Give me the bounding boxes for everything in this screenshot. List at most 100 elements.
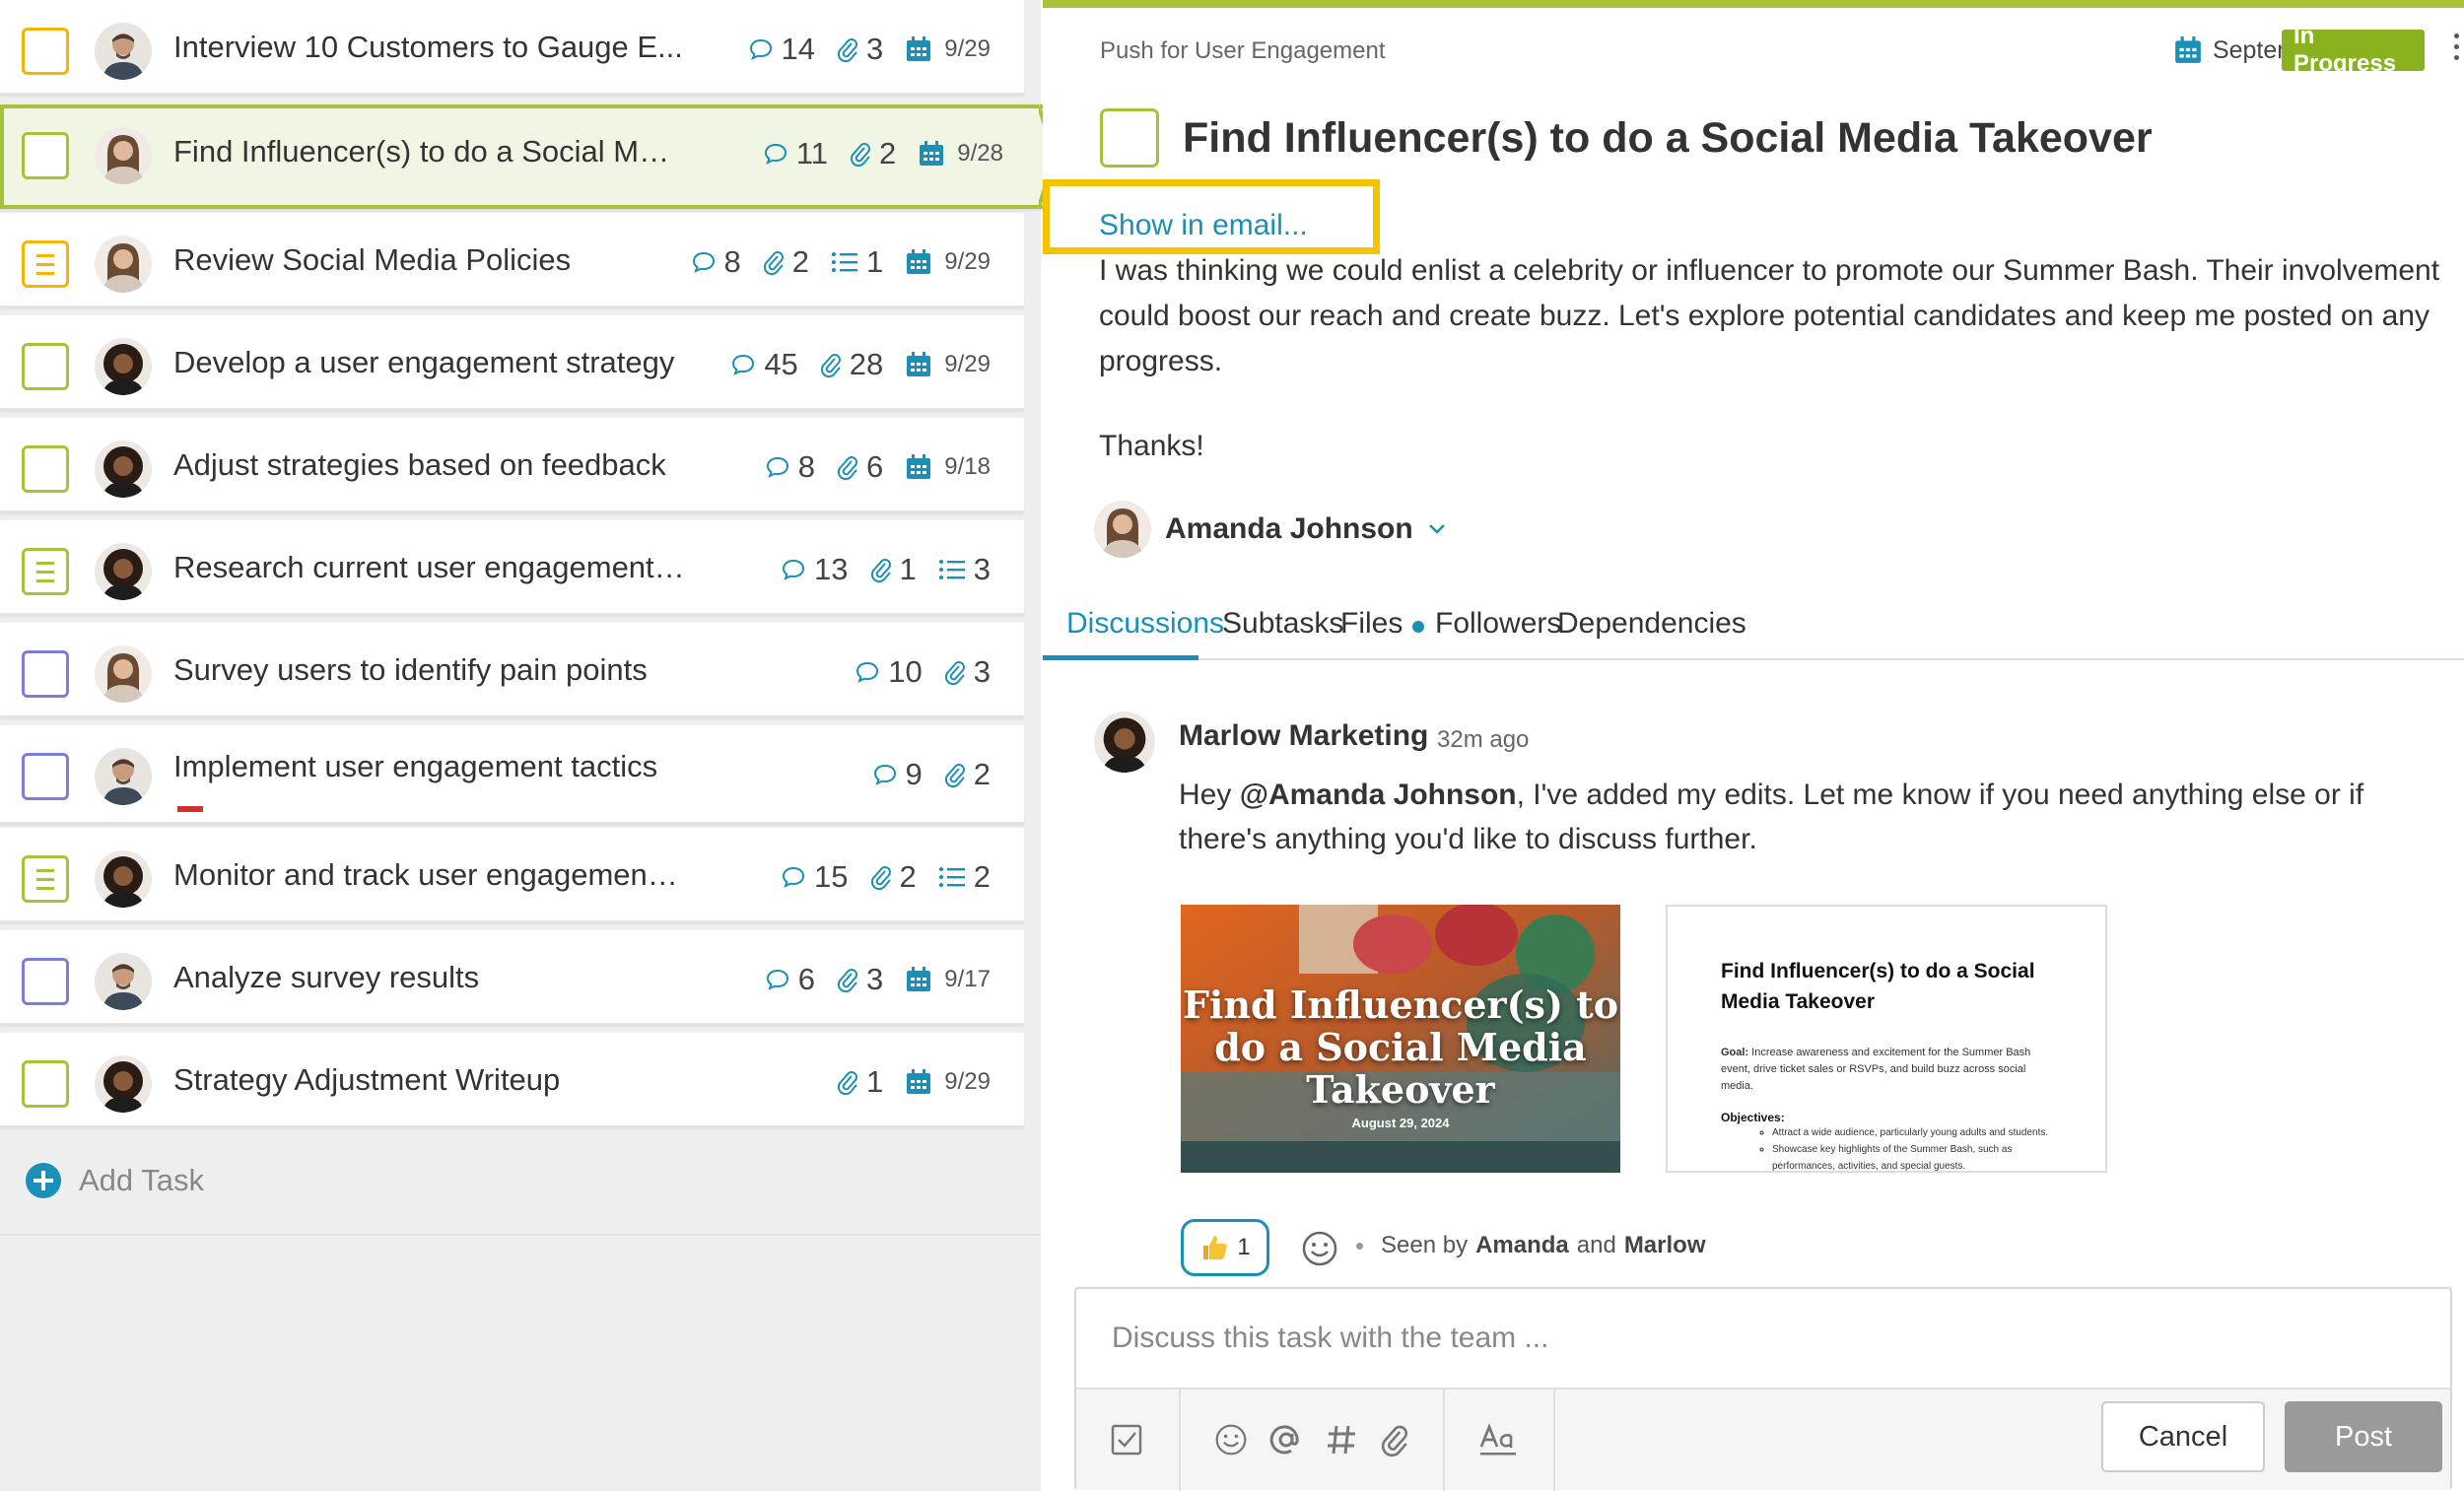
project-breadcrumb[interactable]: Push for User Engagement [1100, 37, 1386, 65]
task-checkbox[interactable] [22, 1060, 69, 1108]
task-row[interactable]: Review Social Media Policies 8 2 1 9/29 [0, 213, 1024, 307]
task-title: Analyze survey results [173, 960, 480, 994]
list-icon [938, 560, 965, 579]
owner-selector[interactable]: Amanda Johnson [1094, 501, 1447, 558]
task-description: I was thinking we could enlist a celebri… [1099, 254, 2440, 377]
task-meta: 10 3 [855, 652, 991, 692]
task-meta: 9 2 [872, 755, 991, 794]
tab-bar: Discussions Subtasks Files Followers Dep… [1043, 599, 2464, 660]
task-row[interactable]: Implement user engagement tactics 9 2 [0, 725, 1024, 824]
calendar-icon [907, 352, 931, 376]
attachment-count: 2 [763, 244, 809, 280]
due-date: 9/29 [905, 248, 991, 276]
status-badge[interactable]: In Progress [2282, 23, 2425, 77]
comment-count: 11 [763, 136, 828, 171]
task-title[interactable]: Find Influencer(s) to do a Social Media … [1183, 114, 2153, 163]
calendar-icon [907, 454, 931, 479]
paperclip-icon[interactable] [1380, 1423, 1409, 1457]
avatar [1094, 712, 1155, 773]
tab-subtasks[interactable]: Subtasks [1222, 599, 1343, 660]
thumbs-up-icon [1203, 1236, 1227, 1259]
more-options-icon[interactable] [2454, 34, 2464, 66]
comment-input[interactable] [1076, 1289, 2450, 1388]
paperclip-icon [820, 354, 841, 377]
paperclip-icon [944, 661, 965, 685]
task-checkbox[interactable] [22, 548, 69, 595]
document-objectives-heading: Objectives: [1721, 1111, 1785, 1124]
task-meta: 11 2 9/28 [763, 134, 1003, 173]
add-task-label: Add Task [79, 1163, 204, 1197]
tab-label: Dependencies [1557, 607, 1746, 640]
task-checkbox[interactable] [22, 958, 69, 1005]
comment-composer: Cancel Post [1074, 1287, 2452, 1491]
task-checkbox[interactable] [22, 240, 69, 288]
task-row[interactable]: Develop a user engagement strategy 45 28… [0, 315, 1024, 410]
task-checkbox[interactable] [22, 753, 69, 800]
attachment-count: 3 [944, 654, 991, 690]
task-checkbox[interactable] [22, 343, 69, 390]
comment-author: Marlow Marketing [1179, 719, 1429, 752]
paperclip-icon [837, 969, 858, 992]
avatar [95, 748, 152, 805]
comment-count: 10 [855, 654, 923, 690]
paperclip-icon [944, 764, 965, 787]
task-meta: 8 2 1 9/29 [691, 242, 991, 282]
task-row[interactable]: Interview 10 Customers to Gauge E... 14 … [0, 0, 1024, 95]
task-row[interactable]: Analyze survey results 6 3 9/17 [0, 930, 1024, 1025]
checkbox-task-icon[interactable] [1110, 1423, 1143, 1457]
task-title: Implement user engagement tactics [173, 749, 658, 783]
paperclip-icon [837, 456, 858, 480]
tab-followers[interactable]: Followers [1435, 599, 1561, 660]
document-objectives-list: Attract a wide audience, particularly yo… [1772, 1124, 2052, 1171]
task-checkbox[interactable] [22, 28, 69, 75]
add-reaction-smiley-icon[interactable] [1301, 1230, 1338, 1267]
task-title: Interview 10 Customers to Gauge E... [173, 30, 683, 64]
text-format-icon[interactable] [1478, 1423, 1518, 1457]
attachment-count: 2 [850, 136, 896, 171]
tab-discussions[interactable]: Discussions [1043, 599, 1224, 660]
emoji-icon[interactable] [1214, 1423, 1248, 1457]
task-checkbox[interactable] [22, 855, 69, 903]
attachment-document-preview[interactable]: Find Influencer(s) to do a Social Media … [1666, 905, 2107, 1173]
tab-files[interactable]: Files [1340, 599, 1425, 660]
attachment-title: Find Influencer(s) to do a Social Media … [1182, 983, 1619, 1112]
task-row[interactable]: Adjust strategies based on feedback 8 6 … [0, 418, 1024, 512]
task-row[interactable]: Monitor and track user engagement me... … [0, 828, 1024, 922]
comment-icon [766, 969, 788, 990]
attachment-count: 2 [870, 859, 917, 895]
paperclip-icon [870, 866, 891, 890]
avatar [95, 23, 152, 80]
add-task-button[interactable]: Add Task [24, 1161, 204, 1200]
avatar [95, 953, 152, 1010]
tab-label: Discussions [1066, 607, 1225, 640]
attachment-count: 1 [837, 1064, 883, 1100]
thumbs-up-reaction-button[interactable]: 1 [1181, 1219, 1269, 1276]
task-row-selected[interactable]: Find Influencer(s) to do a Social Med...… [0, 104, 1047, 209]
avatar [1094, 501, 1151, 558]
mention-at-icon[interactable] [1269, 1423, 1303, 1457]
comment-icon [749, 38, 772, 60]
task-checkbox[interactable] [22, 132, 69, 179]
post-button[interactable]: Post [2285, 1401, 2442, 1472]
task-row[interactable]: Strategy Adjustment Writeup 1 9/29 [0, 1033, 1024, 1127]
show-in-email-link[interactable]: Show in email... [1099, 209, 1308, 242]
comment-count: 8 [691, 244, 741, 280]
task-row[interactable]: Research current user engagement me... 1… [0, 520, 1024, 615]
list-item: Showcase key highlights of the Summer Ba… [1772, 1141, 2052, 1171]
task-row[interactable]: Survey users to identify pain points 10 … [0, 623, 1024, 717]
task-checkbox[interactable] [22, 445, 69, 493]
task-checkbox[interactable] [22, 650, 69, 698]
attachment-count: 3 [837, 962, 883, 997]
mention[interactable]: @Amanda Johnson [1240, 779, 1517, 811]
hashtag-icon[interactable] [1325, 1423, 1358, 1457]
task-meta: 45 28 9/29 [730, 345, 991, 384]
cancel-button[interactable]: Cancel [2101, 1401, 2265, 1472]
reaction-count: 1 [1237, 1234, 1251, 1260]
attachment-thumbnail-image[interactable]: Find Influencer(s) to do a Social Media … [1181, 905, 1620, 1173]
task-complete-checkbox[interactable] [1100, 108, 1159, 168]
comment-icon [692, 251, 715, 273]
due-date: 9/18 [905, 453, 991, 481]
tab-dependencies[interactable]: Dependencies [1557, 599, 1746, 660]
comment-icon [873, 764, 896, 785]
avatar [95, 850, 152, 908]
